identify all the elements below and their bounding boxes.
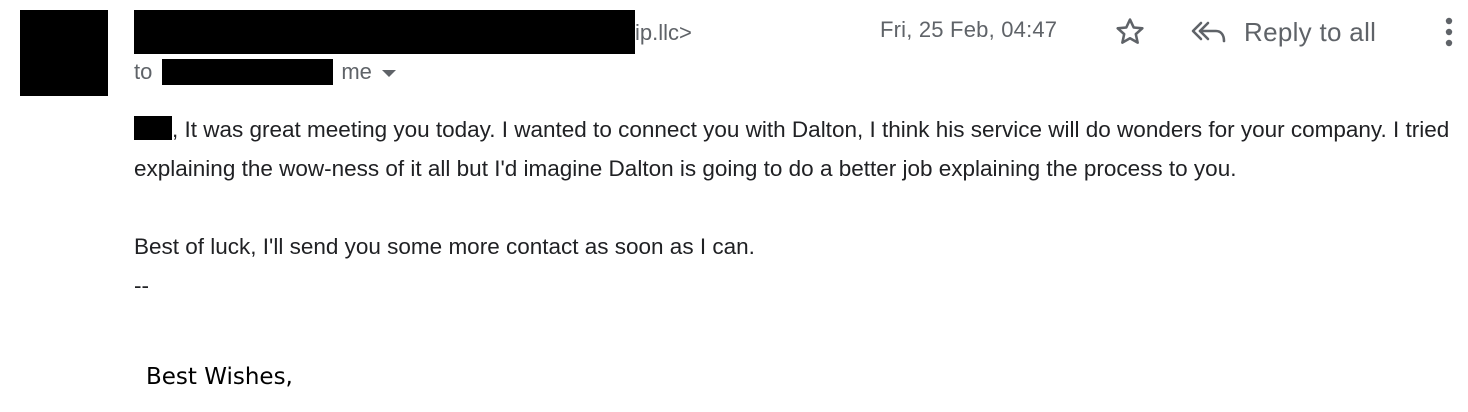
message-paragraph-1: , It was great meeting you today. I want… (134, 110, 1464, 188)
more-options-button[interactable] (1436, 14, 1462, 50)
message-paragraph-2: Best of luck, I'll send you some more co… (134, 234, 755, 259)
reply-all-label: Reply to all (1244, 16, 1377, 47)
sender-avatar (20, 10, 108, 96)
to-label: to (134, 59, 153, 84)
reply-all-button[interactable]: Reply to all (1190, 12, 1376, 52)
sender-row: ip.llc> (134, 10, 692, 54)
message-timestamp: Fri, 25 Feb, 04:47 (880, 17, 1058, 42)
sender-name-redaction (134, 10, 635, 54)
greeting-name-redaction (134, 116, 172, 140)
recipient-redaction (162, 59, 334, 85)
star-outline-icon (1116, 18, 1144, 44)
signature: Best Wishes, (146, 364, 293, 390)
signature-separator: -- (134, 273, 149, 298)
me-label: me (341, 59, 372, 84)
reply-all-icon (1191, 21, 1226, 43)
recipient-details-caret-icon[interactable] (381, 69, 396, 77)
recipient-row: to me (134, 58, 396, 86)
star-button[interactable] (1112, 14, 1148, 50)
message-body: , It was great meeting you today. I want… (134, 110, 1464, 305)
sender-email-tail: ip.llc> (635, 20, 692, 45)
more-vertical-icon (1445, 17, 1453, 47)
message-paragraph-1-text: , It was great meeting you today. I want… (134, 117, 1450, 181)
